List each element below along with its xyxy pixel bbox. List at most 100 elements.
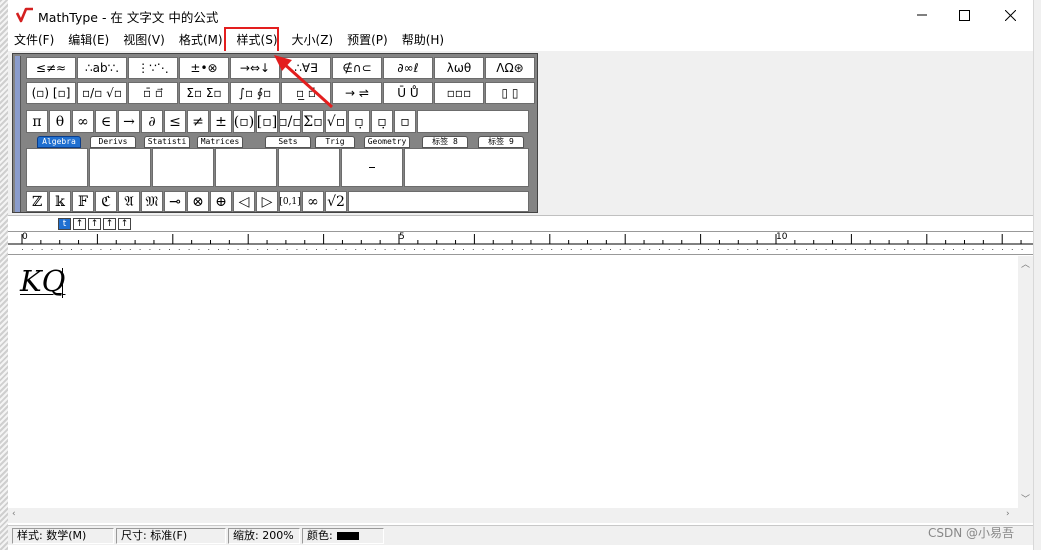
ruler-dot — [139, 249, 141, 250]
palette-r5-btn-9[interactable]: ⊕ — [210, 191, 232, 212]
palette-btn-r1-9[interactable]: λωθ — [434, 57, 484, 79]
palette-btn-r1-1[interactable]: ≤≠≈ — [26, 57, 76, 79]
palette-symbol-6[interactable]: ∂ — [141, 110, 163, 133]
template-discriminant[interactable] — [152, 148, 214, 187]
size-button-4[interactable]: ↑ — [103, 218, 116, 230]
palette-grip[interactable] — [15, 56, 21, 212]
palette-r5-btn-12[interactable]: [0,1] — [279, 191, 301, 212]
ruler-dot — [355, 249, 357, 250]
menu-help[interactable]: 帮助(H) — [395, 30, 451, 51]
ruler-dot — [1002, 249, 1003, 250]
palette-symbol-10[interactable]: (▫) — [233, 110, 255, 133]
ruler-dot — [463, 249, 464, 250]
menu-edit[interactable]: 编辑(E) — [61, 30, 116, 51]
palette-r5-btn-4[interactable]: ℭ — [95, 191, 117, 212]
close-button[interactable] — [987, 0, 1033, 30]
ruler-dot — [953, 249, 954, 250]
palette-btn-r2-3[interactable]: ▫̄ ▫⃗ — [128, 82, 178, 104]
ruler-dot — [639, 249, 641, 250]
palette-btn-r1-4[interactable]: ±•⊗ — [179, 57, 229, 79]
palette-btn-r1-2[interactable]: ∴ab∵. — [77, 57, 127, 79]
scroll-left-icon[interactable]: ‹ — [12, 509, 16, 519]
palette-symbol-9[interactable]: ± — [210, 110, 232, 133]
ruler-dot — [521, 249, 523, 250]
palette-tab-2[interactable]: Derivs — [90, 136, 136, 148]
palette-btn-r1-3[interactable]: ⋮∵⋱ — [128, 57, 178, 79]
template-quadratic[interactable] — [215, 148, 277, 187]
ruler-dot — [551, 249, 553, 250]
scroll-up-icon[interactable]: ︿ — [1021, 257, 1030, 270]
ruler-dot — [757, 249, 758, 250]
ruler-dot — [208, 249, 210, 250]
palette-symbol-15[interactable]: ▫̣ — [348, 110, 370, 133]
ruler-dot — [374, 249, 376, 250]
palette-tab-6[interactable]: Trig — [315, 136, 355, 148]
palette-btn-r2-10[interactable]: ▯ ▯ — [485, 82, 535, 104]
palette-tab-9[interactable]: 标签 9 — [478, 136, 524, 148]
palette-btn-r2-1[interactable]: (▫) [▫] — [26, 82, 76, 104]
palette-symbol-3[interactable]: ∞ — [72, 110, 94, 133]
palette-r5-btn-8[interactable]: ⊗ — [187, 191, 209, 212]
formula-text[interactable]: KQ — [20, 264, 65, 298]
palette-btn-r2-4[interactable]: Σ▫ Σ▫ — [179, 82, 229, 104]
palette-tab-4[interactable]: Matrices — [197, 136, 243, 148]
palette-r5-btn-1[interactable]: ℤ — [26, 191, 48, 212]
horizontal-scrollbar[interactable]: ‹ › — [8, 508, 1018, 523]
palette-r5-btn-10[interactable]: ◁ — [233, 191, 255, 212]
palette-symbol-1[interactable]: π — [26, 110, 48, 133]
palette-tab-5[interactable]: Sets — [265, 136, 311, 148]
palette-btn-r2-9[interactable]: ▫▫▫ — [434, 82, 484, 104]
template-half[interactable] — [341, 148, 403, 187]
template-limit[interactable] — [89, 148, 151, 187]
size-button-2[interactable]: ↑ — [73, 218, 86, 230]
minimize-button[interactable] — [899, 0, 945, 30]
palette-symbol-5[interactable]: → — [118, 110, 140, 133]
ruler-dot — [345, 249, 347, 250]
scroll-down-icon[interactable]: ﹀ — [1021, 492, 1030, 505]
menu-format[interactable]: 格式(M) — [172, 30, 230, 51]
palette-tab-8[interactable]: 标签 8 — [422, 136, 468, 148]
palette-btn-r1-8[interactable]: ∂∞ℓ — [383, 57, 433, 79]
equation-editor[interactable]: KQ — [8, 256, 1018, 508]
palette-symbol-16[interactable]: ▫̣ — [371, 110, 393, 133]
ruler[interactable]: 0 5 10 — [8, 231, 1033, 255]
menu-file[interactable]: 文件(F) — [8, 30, 61, 51]
palette-r5-btn-5[interactable]: 𝔄 — [118, 191, 140, 212]
palette-symbol-4[interactable]: ∈ — [95, 110, 117, 133]
palette-r5-btn-13[interactable]: ∞ — [302, 191, 324, 212]
ruler-dot — [619, 249, 621, 250]
ruler-dot — [169, 249, 170, 250]
palette-r5-btn-11[interactable]: ▷ — [256, 191, 278, 212]
ruler-dot — [766, 249, 768, 250]
palette-btn-r2-8[interactable]: Ū Ů — [383, 82, 433, 104]
size-button-5[interactable]: ↑ — [118, 218, 131, 230]
palette-symbol-8[interactable]: ≠ — [187, 110, 209, 133]
palette-tab-3[interactable]: Statisti — [144, 136, 190, 148]
palette-r5-btn-6[interactable]: 𝔐 — [141, 191, 163, 212]
status-color: 颜色: — [302, 527, 384, 544]
palette-btn-r1-10[interactable]: ΛΩ⊛ — [485, 57, 535, 79]
palette-symbol-17[interactable]: ▫ — [394, 110, 416, 133]
menu-preferences[interactable]: 预置(P) — [340, 30, 395, 51]
size-button-3[interactable]: ↑ — [88, 218, 101, 230]
scroll-right-icon[interactable]: › — [1006, 509, 1010, 519]
palette-symbol-2[interactable]: θ — [49, 110, 71, 133]
palette-tab-7[interactable]: Geometry — [364, 136, 410, 148]
ruler-dot — [531, 249, 533, 250]
menu-size[interactable]: 大小(Z) — [285, 30, 341, 51]
palette-symbol-7[interactable]: ≤ — [164, 110, 186, 133]
size-button-1[interactable]: t — [58, 218, 71, 230]
palette-r5-btn-14[interactable]: √2 — [325, 191, 347, 212]
maximize-button[interactable] — [941, 0, 987, 30]
palette-tab-1[interactable]: Algebra — [37, 136, 81, 148]
menu-view[interactable]: 视图(V) — [116, 30, 172, 51]
template-sqrt-sum[interactable] — [26, 148, 88, 187]
palette-r5-btn-2[interactable]: 𝕜 — [49, 191, 71, 212]
palette-r5-btn-3[interactable]: 𝔽 — [72, 191, 94, 212]
ruler-dot — [453, 249, 455, 250]
palette-r5-btn-7[interactable]: ⊸ — [164, 191, 186, 212]
vertical-scrollbar[interactable]: ︿ ﹀ — [1018, 256, 1033, 508]
ruler-dot — [159, 249, 161, 250]
template-combination[interactable] — [278, 148, 340, 187]
palette-btn-r2-2[interactable]: ▫/▫ √▫ — [77, 82, 127, 104]
